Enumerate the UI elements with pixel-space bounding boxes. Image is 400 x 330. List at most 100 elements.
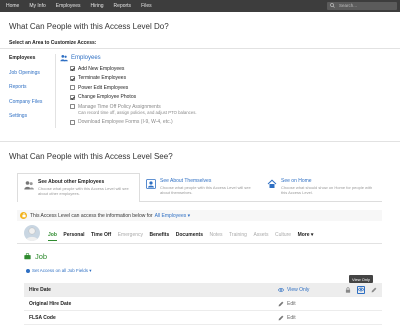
- access-info-bar: This Access Level can access the informa…: [17, 210, 382, 221]
- tab-benefits[interactable]: Benefits: [150, 232, 170, 241]
- checkbox[interactable]: [70, 85, 75, 91]
- card-title: See About other Employees: [38, 179, 105, 185]
- divider: [0, 48, 400, 49]
- nav-reports[interactable]: Reports: [109, 0, 137, 12]
- tooltip: View Only: [349, 275, 373, 283]
- area-list: Employees Job Openings Reports Company F…: [9, 55, 53, 128]
- permission-group-label: Employees: [71, 55, 101, 61]
- nav-home[interactable]: Home: [0, 0, 24, 12]
- perm-change-photos[interactable]: Change Employee Photos: [70, 93, 197, 103]
- access-status: Edit: [278, 301, 296, 307]
- nav-employees[interactable]: Employees: [51, 0, 86, 12]
- card-title: See About Themselves: [160, 178, 212, 184]
- tab-personal[interactable]: Personal: [63, 232, 84, 241]
- pencil-icon: [278, 301, 284, 306]
- search-placeholder: Search...: [339, 3, 358, 8]
- field-label: Original Hire Date: [29, 300, 72, 307]
- search-input[interactable]: Search...: [327, 2, 397, 10]
- card-home[interactable]: See on Home Choose what should show on H…: [261, 173, 382, 202]
- briefcase-icon: [24, 253, 31, 260]
- access-status-text: Edit: [287, 314, 296, 321]
- access-icon: [26, 269, 30, 273]
- pencil-icon: [371, 287, 377, 292]
- area-company-files[interactable]: Company Files: [9, 99, 53, 114]
- search-icon: [330, 3, 335, 8]
- permission-list: Add New Employees Terminate Employees Po…: [70, 64, 197, 127]
- employee-scope-dropdown[interactable]: All Employees ▾: [155, 213, 191, 219]
- field-label: Hire Date: [29, 286, 51, 293]
- field-label: FLSA Code: [29, 314, 56, 321]
- nav-files[interactable]: Files: [136, 0, 157, 12]
- tab-culture[interactable]: Culture: [275, 232, 291, 241]
- tab-notes[interactable]: Notes: [209, 232, 222, 241]
- view-only-button[interactable]: [357, 285, 365, 294]
- home-icon: [267, 179, 277, 188]
- set-access-label: Set Access on all Job Fields ▾: [32, 268, 92, 273]
- employees-icon: [60, 55, 68, 62]
- tab-training[interactable]: Training: [229, 232, 247, 241]
- area-instructions: Select an Area to Customize Access:: [9, 40, 97, 46]
- card-description: Choose what should show on Home for peop…: [281, 185, 373, 195]
- checkbox: [70, 119, 75, 125]
- set-access-dropdown[interactable]: Set Access on all Job Fields ▾: [26, 268, 92, 274]
- perm-label: Manage Time Off Policy Assignments: [78, 103, 161, 110]
- eye-icon: [358, 287, 364, 292]
- card-themselves[interactable]: See About Themselves Choose what people …: [140, 173, 261, 202]
- checkbox[interactable]: [70, 94, 75, 100]
- person-icon: [146, 179, 156, 189]
- access-status: View Only: [278, 287, 309, 293]
- divider: [0, 141, 400, 142]
- card-description: Choose what people with this Access Leve…: [160, 185, 251, 195]
- pencil-icon: [278, 315, 284, 320]
- perm-add-employees[interactable]: Add New Employees: [70, 64, 197, 74]
- access-cards: See About other Employees Choose what pe…: [17, 173, 382, 202]
- nav-hiring[interactable]: Hiring: [85, 0, 108, 12]
- lock-icon: [20, 212, 27, 219]
- perm-power-edit[interactable]: Power Edit Employees: [70, 83, 197, 93]
- avatar: [24, 225, 40, 241]
- checkbox[interactable]: [70, 75, 75, 81]
- divider: [55, 54, 56, 128]
- perm-label: Add New Employees: [78, 65, 125, 72]
- no-access-button[interactable]: [344, 286, 352, 294]
- area-settings[interactable]: Settings: [9, 113, 53, 128]
- tab-emergency[interactable]: Emergency: [118, 232, 143, 241]
- section-title-see: What Can People with this Access Level S…: [9, 152, 173, 161]
- profile-tabs: Job Personal Time Off Emergency Benefits…: [48, 232, 320, 241]
- perm-description: Can record time off, assign policies, an…: [78, 109, 197, 115]
- access-status-text: View Only: [287, 286, 310, 293]
- perm-label: Terminate Employees: [78, 75, 127, 82]
- tab-time-off[interactable]: Time Off: [91, 232, 111, 241]
- access-info-text: This Access Level can access the informa…: [30, 212, 153, 219]
- perm-terminate-employees[interactable]: Terminate Employees: [70, 74, 197, 84]
- area-job-openings[interactable]: Job Openings: [9, 70, 53, 85]
- access-status-text: Edit: [287, 300, 296, 307]
- access-buttons: [344, 285, 378, 294]
- tab-job[interactable]: Job: [48, 232, 57, 241]
- card-description: Choose what people with this Access Leve…: [38, 186, 129, 196]
- area-reports[interactable]: Reports: [9, 84, 53, 99]
- card-other-employees[interactable]: See About other Employees Choose what pe…: [17, 173, 140, 202]
- checkbox: [70, 104, 75, 110]
- table-row: Original Hire Date Edit: [24, 297, 382, 311]
- tab-documents[interactable]: Documents: [176, 232, 203, 241]
- checkbox[interactable]: [70, 66, 75, 72]
- field-table: Hire Date View Only Original Hire Date E…: [24, 283, 382, 325]
- perm-download-forms: Download Employee Forms (I-9, W-4, etc.): [70, 118, 197, 128]
- edit-button[interactable]: [370, 286, 378, 294]
- perm-label: Power Edit Employees: [78, 84, 129, 91]
- section-title-do: What Can People with this Access Level D…: [9, 22, 169, 31]
- tab-more[interactable]: More ▾: [298, 232, 314, 241]
- table-row: FLSA Code Edit: [24, 311, 382, 325]
- perm-label: Download Employee Forms (I-9, W-4, etc.): [78, 119, 173, 126]
- job-title-text: Job: [35, 252, 48, 261]
- tab-assets[interactable]: Assets: [253, 232, 268, 241]
- card-title: See on Home: [281, 178, 312, 184]
- nav-my-info[interactable]: My Info: [24, 0, 50, 12]
- top-nav: Home My Info Employees Hiring Reports Fi…: [0, 0, 400, 12]
- divider: [17, 243, 382, 244]
- perm-label: Change Employee Photos: [78, 94, 137, 101]
- area-employees[interactable]: Employees: [9, 55, 53, 70]
- job-section-title: Job: [24, 252, 47, 261]
- access-status: Edit: [278, 315, 296, 321]
